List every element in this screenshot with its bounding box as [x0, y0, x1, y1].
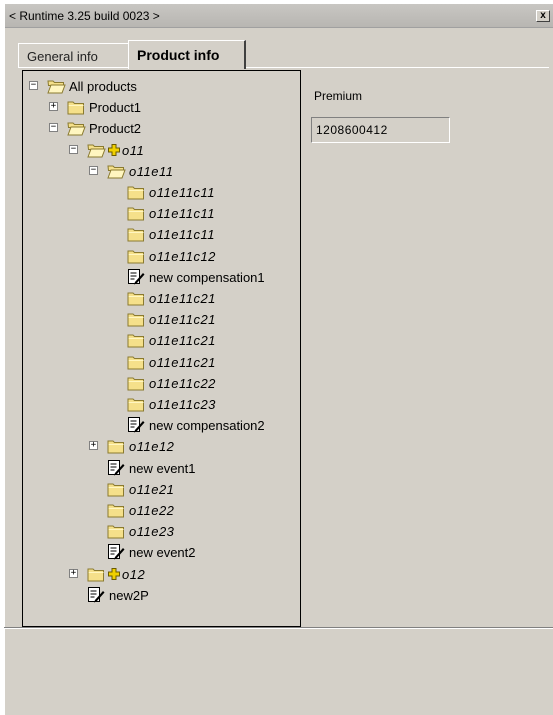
tree-node-label: o11e12: [129, 439, 175, 454]
tree-node-label: new2P: [109, 588, 149, 603]
expand-icon[interactable]: +: [89, 441, 98, 450]
tab-product-info[interactable]: Product info: [128, 40, 246, 69]
window-title: < Runtime 3.25 build 0023 >: [9, 9, 160, 23]
tree-node-label: o11e11c12: [149, 249, 216, 264]
document-icon: [127, 268, 145, 286]
tree-node[interactable]: new event2: [23, 542, 293, 562]
tree-node-label: o11: [122, 143, 145, 158]
folder-open-icon: [47, 78, 66, 94]
folder-icon: [87, 566, 106, 582]
tree-node-label: new event1: [129, 461, 196, 476]
tree-node[interactable]: o11e21: [23, 479, 293, 499]
document-icon: [107, 459, 125, 477]
bottom-divider-highlight: [4, 628, 553, 629]
premium-field[interactable]: 1208600412: [311, 117, 450, 143]
tree-node-label: o11e11c23: [149, 397, 216, 412]
tree-node-label: o11e11: [129, 164, 174, 179]
tree-node[interactable]: o11e11c12: [23, 246, 293, 266]
tree-node[interactable]: o11e23: [23, 521, 293, 541]
tree-node[interactable]: − o11e11: [23, 161, 293, 181]
folder-icon: [107, 438, 126, 454]
folder-icon: [127, 332, 146, 348]
tree-node-label: o11e22: [129, 503, 175, 518]
expand-icon[interactable]: +: [49, 102, 58, 111]
title-bar[interactable]: < Runtime 3.25 build 0023 > x: [5, 4, 553, 28]
tree-node-label: o11e11c21: [149, 333, 216, 348]
collapse-icon[interactable]: −: [49, 123, 58, 132]
tree-node-label: o11e11c22: [149, 376, 216, 391]
tree-node[interactable]: new2P: [23, 585, 293, 605]
tree-node[interactable]: o11e11c11: [23, 224, 293, 244]
tree-node[interactable]: + o11e12: [23, 436, 293, 456]
folder-icon: [127, 184, 146, 200]
tree-node[interactable]: o11e11c11: [23, 182, 293, 202]
folder-icon: [127, 375, 146, 391]
tree-node-label: Product1: [89, 100, 142, 115]
folder-icon: [127, 290, 146, 306]
tree-node[interactable]: o11e11c22: [23, 373, 293, 393]
tree-node[interactable]: + Product1: [23, 97, 293, 117]
tree-node[interactable]: o11e11c21: [23, 288, 293, 308]
folder-icon: [127, 396, 146, 412]
tree-node[interactable]: + o12: [23, 564, 293, 584]
tree-node[interactable]: o11e22: [23, 500, 293, 520]
tree-node-label: o12: [122, 567, 146, 582]
folder-open-icon: [87, 142, 106, 158]
document-icon: [127, 416, 145, 434]
tree-node[interactable]: o11e11c21: [23, 352, 293, 372]
collapse-icon[interactable]: −: [69, 145, 78, 154]
folder-open-icon: [107, 163, 126, 179]
tree-node-label: o11e21: [129, 482, 175, 497]
tree-node-label: o11e11c11: [149, 185, 215, 200]
folder-icon: [107, 481, 126, 497]
folder-icon: [127, 311, 146, 327]
tree-node[interactable]: − All products: [23, 76, 293, 96]
folder-icon: [107, 523, 126, 539]
tree-node-label: o11e23: [129, 524, 175, 539]
folder-icon: [127, 205, 146, 221]
tree-node[interactable]: new compensation1: [23, 267, 293, 287]
folder-open-icon: [67, 120, 86, 136]
tree-node-label: o11e11c21: [149, 355, 216, 370]
tab-general-info[interactable]: General info: [18, 43, 130, 68]
tree-node[interactable]: − o11: [23, 140, 293, 160]
tree-node-label: o11e11c11: [149, 206, 215, 221]
tree-node-label: o11e11c11: [149, 227, 215, 242]
tree-node-label: All products: [69, 79, 137, 94]
tree-node[interactable]: new event1: [23, 458, 293, 478]
tree-node[interactable]: o11e11c11: [23, 203, 293, 223]
add-mark-icon: [108, 144, 120, 156]
collapse-icon[interactable]: −: [89, 166, 98, 175]
expand-icon[interactable]: +: [69, 569, 78, 578]
tree-node-label: new compensation2: [149, 418, 265, 433]
tree-node-label: new event2: [129, 545, 196, 560]
premium-label: Premium: [314, 89, 363, 103]
tree-node-label: o11e11c21: [149, 291, 216, 306]
tree-node[interactable]: new compensation2: [23, 415, 293, 435]
tree-node-label: new compensation1: [149, 270, 265, 285]
tree-node[interactable]: o11e11c23: [23, 394, 293, 414]
folder-icon: [127, 248, 146, 264]
add-mark-icon: [108, 568, 120, 580]
folder-icon: [127, 226, 146, 242]
tree-node[interactable]: o11e11c21: [23, 309, 293, 329]
folder-icon: [67, 99, 86, 115]
tree-node-label: Product2: [89, 121, 142, 136]
product-tree[interactable]: − All products + Product1 − Product2 − o11 − o11e…: [22, 70, 301, 627]
document-icon: [107, 543, 125, 561]
folder-icon: [127, 354, 146, 370]
close-button[interactable]: x: [536, 10, 550, 22]
document-icon: [87, 586, 105, 604]
collapse-icon[interactable]: −: [29, 81, 38, 90]
tree-node[interactable]: o11e11c21: [23, 330, 293, 350]
tree-node[interactable]: − Product2: [23, 118, 293, 138]
tree-node-label: o11e11c21: [149, 312, 216, 327]
folder-icon: [107, 502, 126, 518]
